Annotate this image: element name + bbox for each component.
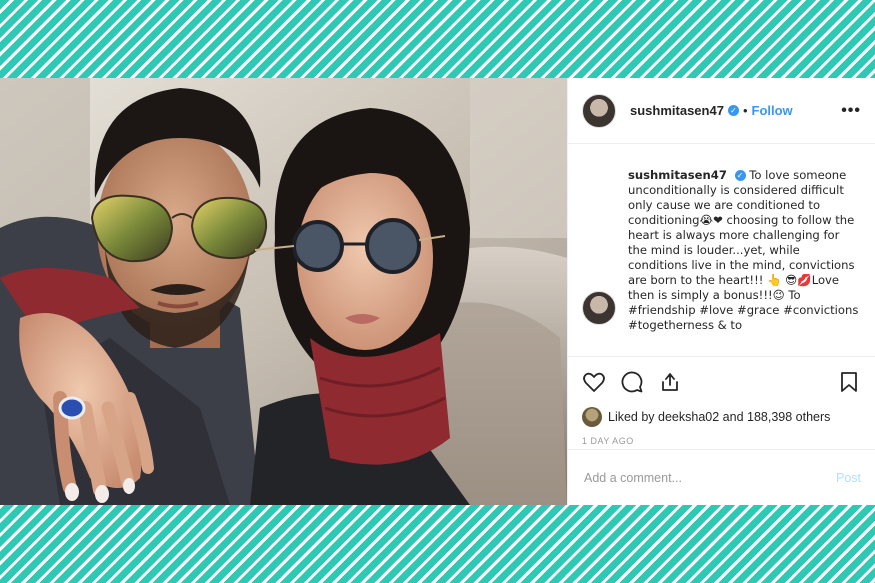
couple-selfie-image	[0, 78, 567, 505]
username-link[interactable]: sushmitasen47	[630, 103, 724, 118]
action-bar	[568, 356, 875, 406]
caption-area: sushmitasen47 ✓ To love someone uncondit…	[568, 144, 875, 356]
avatar[interactable]	[582, 93, 616, 128]
share-icon[interactable]	[658, 370, 682, 394]
post-photo[interactable]	[0, 78, 567, 505]
caption-body: To love someone unconditionally is consi…	[628, 168, 859, 332]
post-side-panel: sushmitasen47 ✓ • Follow ••• sushmitasen…	[567, 78, 875, 505]
verified-badge-icon: ✓	[734, 170, 746, 181]
comment-icon[interactable]	[620, 370, 644, 394]
post-comment-button[interactable]: Post	[836, 471, 861, 485]
verified-badge-icon: ✓	[727, 105, 739, 116]
liker-avatar[interactable]	[582, 407, 602, 427]
likes-count[interactable]: Liked by deeksha02 and 188,398 others	[608, 410, 830, 424]
comment-bar: Post	[568, 449, 875, 505]
post-header: sushmitasen47 ✓ • Follow •••	[568, 78, 875, 144]
likes-row: Liked by deeksha02 and 188,398 others	[568, 406, 875, 428]
comment-input[interactable]	[582, 469, 836, 486]
instagram-post: sushmitasen47 ✓ • Follow ••• sushmitasen…	[0, 78, 875, 505]
heart-icon[interactable]	[582, 370, 606, 394]
caption-text: sushmitasen47 ✓ To love someone uncondit…	[628, 168, 861, 333]
caption-username-link[interactable]: sushmitasen47	[628, 168, 727, 182]
follow-button[interactable]: Follow	[752, 103, 793, 118]
more-options-icon[interactable]: •••	[841, 102, 861, 120]
avatar[interactable]	[582, 291, 616, 325]
bookmark-icon[interactable]	[837, 370, 861, 394]
separator-dot: •	[742, 103, 748, 118]
